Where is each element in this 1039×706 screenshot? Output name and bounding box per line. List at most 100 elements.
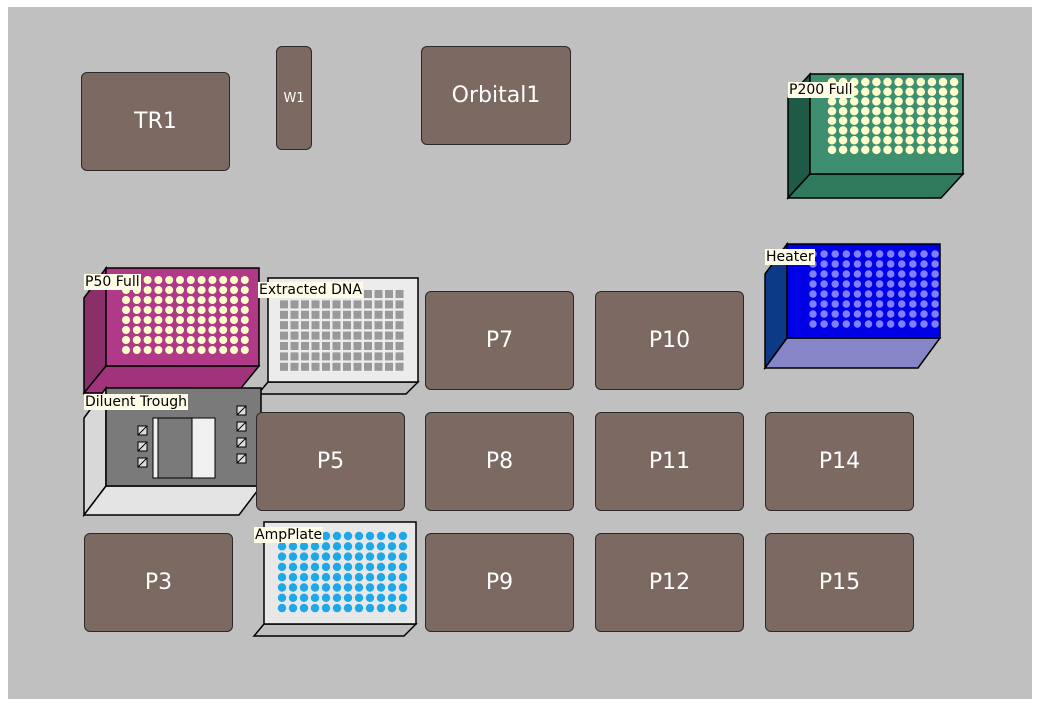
well <box>883 77 892 87</box>
well <box>853 320 862 328</box>
well <box>122 326 130 334</box>
position-p8[interactable]: P8 <box>425 412 574 511</box>
well <box>365 531 375 541</box>
well <box>280 310 288 319</box>
well <box>376 603 386 613</box>
well <box>176 306 184 314</box>
well <box>842 280 851 288</box>
well <box>354 542 364 551</box>
well <box>827 126 837 135</box>
well <box>332 562 342 572</box>
well <box>916 145 926 155</box>
position-label: P12 <box>648 570 691 595</box>
labware-label: AmpPlate <box>254 527 324 543</box>
labware-diluent-trough[interactable]: Diluent Trough <box>82 385 263 518</box>
well <box>197 276 206 284</box>
position-p7[interactable]: P7 <box>425 291 574 390</box>
well <box>122 296 130 304</box>
well <box>143 306 152 314</box>
well <box>332 352 341 361</box>
well <box>376 573 386 582</box>
well <box>387 531 397 541</box>
well <box>883 97 892 106</box>
well <box>132 336 141 344</box>
well <box>861 116 870 126</box>
labware-extracted-dna[interactable]: Extracted DNA <box>256 277 420 395</box>
well <box>143 296 152 304</box>
well <box>176 316 184 324</box>
well <box>311 321 320 330</box>
well <box>280 342 288 350</box>
position-p14[interactable]: P14 <box>765 412 914 511</box>
well <box>376 593 386 602</box>
position-p11[interactable]: P11 <box>595 412 744 511</box>
labware-heater[interactable]: Heater <box>763 241 942 371</box>
well <box>853 290 862 298</box>
well <box>861 77 870 87</box>
position-p15[interactable]: P15 <box>765 533 914 632</box>
position-tr1[interactable]: TR1 <box>81 72 230 171</box>
well <box>872 87 881 96</box>
well <box>374 300 383 309</box>
well <box>827 145 837 155</box>
well <box>321 562 331 572</box>
well <box>132 346 141 354</box>
well <box>364 290 372 298</box>
well <box>176 296 184 304</box>
well <box>853 310 862 318</box>
well <box>385 362 393 371</box>
well <box>186 326 195 334</box>
well <box>374 342 383 350</box>
position-p12[interactable]: P12 <box>595 533 744 632</box>
well <box>332 603 342 613</box>
well <box>838 145 848 155</box>
well <box>240 306 249 314</box>
well <box>898 290 906 298</box>
position-label: Orbital1 <box>451 83 541 108</box>
well <box>365 603 375 613</box>
well <box>398 573 408 582</box>
well <box>883 145 892 155</box>
well <box>938 135 948 145</box>
well <box>849 126 859 135</box>
well <box>197 346 206 354</box>
well <box>387 552 397 561</box>
position-p5[interactable]: P5 <box>256 412 405 511</box>
well <box>343 331 351 340</box>
well <box>842 320 851 328</box>
well <box>230 276 238 284</box>
well <box>883 116 892 126</box>
well <box>920 260 928 268</box>
well <box>864 300 873 308</box>
labware-ampplate[interactable]: AmpPlate <box>252 521 418 637</box>
position-w1[interactable]: W1 <box>276 46 312 150</box>
position-label: P14 <box>818 449 861 474</box>
position-orbital1[interactable]: Orbital1 <box>421 46 571 145</box>
well <box>353 310 362 319</box>
well <box>374 290 383 298</box>
well <box>132 326 141 334</box>
well <box>909 310 917 318</box>
well <box>343 352 351 361</box>
well <box>376 552 386 561</box>
well <box>322 352 330 361</box>
well <box>898 250 906 258</box>
well <box>842 260 851 268</box>
position-p10[interactable]: P10 <box>595 291 744 390</box>
labware-p200-full[interactable]: P200 Full <box>786 72 965 200</box>
well <box>905 87 914 96</box>
well <box>886 320 895 328</box>
well <box>938 126 948 135</box>
well <box>905 106 914 116</box>
well <box>301 331 309 340</box>
well <box>353 362 362 371</box>
well <box>365 583 375 592</box>
well <box>886 310 895 318</box>
well <box>277 593 287 602</box>
position-p3[interactable]: P3 <box>84 533 233 632</box>
well <box>353 342 362 350</box>
well <box>905 135 914 145</box>
position-p9[interactable]: P9 <box>425 533 574 632</box>
well <box>197 326 206 334</box>
labware-p50-full[interactable]: P50 Full <box>82 265 261 396</box>
